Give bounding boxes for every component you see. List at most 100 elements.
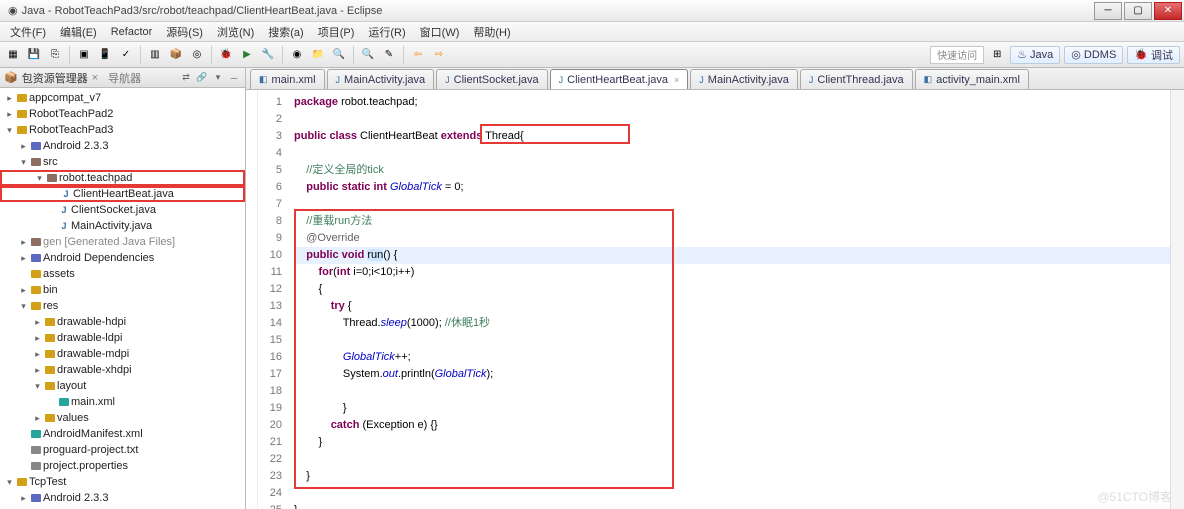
code-line[interactable]: public void run() {	[294, 247, 1170, 264]
tree-node[interactable]: ▸gen [Generated Java Files]	[0, 234, 245, 250]
tree-node[interactable]: ▸Android 2.3.3	[0, 490, 245, 506]
perspective-debug[interactable]: 🐞调试	[1127, 46, 1180, 64]
editor-tab[interactable]: JMainActivity.java	[327, 69, 435, 89]
tree-node[interactable]: ▾res	[0, 298, 245, 314]
maximize-button[interactable]: ▢	[1124, 2, 1152, 20]
tree[interactable]: ▸appcompat_v7▸RobotTeachPad2▾RobotTeachP…	[0, 88, 245, 509]
overview-ruler[interactable]	[1170, 90, 1184, 509]
menu-item[interactable]: 源码(S)	[160, 22, 209, 42]
code-line[interactable]	[294, 451, 1170, 468]
code-line[interactable]: catch (Exception e) {}	[294, 417, 1170, 434]
save-icon[interactable]: 💾	[25, 46, 43, 64]
twisty-icon[interactable]: ▾	[4, 477, 15, 488]
avd-icon[interactable]: 📱	[96, 46, 114, 64]
fold-column[interactable]	[246, 90, 258, 509]
tree-node[interactable]: JMainActivity.java	[0, 218, 245, 234]
menu-item[interactable]: 帮助(H)	[467, 22, 516, 42]
tree-node[interactable]: JClientSocket.java	[0, 202, 245, 218]
tree-node[interactable]: ▾RobotTeachPad3	[0, 122, 245, 138]
code-line[interactable]: for(int i=0;i<10;i++)	[294, 264, 1170, 281]
twisty-icon[interactable]: ▾	[32, 381, 43, 392]
menu-item[interactable]: 项目(P)	[312, 22, 361, 42]
twisty-icon[interactable]: ▸	[32, 333, 43, 344]
menu-item[interactable]: Refactor	[105, 24, 159, 40]
tree-node[interactable]: ▾layout	[0, 378, 245, 394]
twisty-icon[interactable]: ▸	[4, 109, 15, 120]
menu-item[interactable]: 文件(F)	[4, 22, 52, 42]
new-project-icon[interactable]: ▥	[146, 46, 164, 64]
tree-node[interactable]: JClientHeartBeat.java	[0, 186, 245, 202]
back-icon[interactable]: ⇦	[409, 46, 427, 64]
code-line[interactable]: }	[294, 400, 1170, 417]
quick-access-input[interactable]: 快速访问	[930, 46, 984, 64]
twisty-icon[interactable]: ▸	[18, 141, 29, 152]
editor-tab[interactable]: JClientThread.java	[800, 69, 913, 89]
annotate-icon[interactable]: ✎	[380, 46, 398, 64]
twisty-icon[interactable]: ▸	[32, 413, 43, 424]
twisty-icon[interactable]: ▸	[18, 285, 29, 296]
tree-node[interactable]: ▸drawable-xhdpi	[0, 362, 245, 378]
tree-node[interactable]: assets	[0, 266, 245, 282]
run-icon[interactable]: ▶	[238, 46, 256, 64]
twisty-icon[interactable]: ▸	[4, 93, 15, 104]
search-icon[interactable]: 🔍	[359, 46, 377, 64]
twisty-icon[interactable]: ▾	[18, 301, 29, 312]
tree-node[interactable]: proguard-project.txt	[0, 442, 245, 458]
editor-tab[interactable]: JClientSocket.java	[436, 69, 548, 89]
sdk-icon[interactable]: ▣	[75, 46, 93, 64]
link-icon[interactable]: 🔗	[195, 71, 209, 85]
twisty-icon[interactable]: ▸	[32, 365, 43, 376]
code-line[interactable]	[294, 196, 1170, 213]
code-line[interactable]: public class ClientHeartBeat extends Thr…	[294, 128, 1170, 145]
code-line[interactable]: package robot.teachpad;	[294, 94, 1170, 111]
perspective-java[interactable]: ♨Java	[1010, 46, 1060, 64]
debug-icon[interactable]: 🐞	[217, 46, 235, 64]
twisty-icon[interactable]: ▸	[32, 317, 43, 328]
close-button[interactable]: ✕	[1154, 2, 1182, 20]
tree-node[interactable]: ▸RobotTeachPad2	[0, 106, 245, 122]
menu-item[interactable]: 窗口(W)	[414, 22, 466, 42]
code-line[interactable]: }	[294, 502, 1170, 509]
ext-tools-icon[interactable]: 🔧	[259, 46, 277, 64]
minimize-button[interactable]: ─	[1094, 2, 1122, 20]
saveall-icon[interactable]: ⎘	[46, 46, 64, 64]
tree-node[interactable]: ▾robot.teachpad	[0, 170, 245, 186]
tree-node[interactable]: ▾TcpTest	[0, 474, 245, 490]
tree-node[interactable]: ▸drawable-mdpi	[0, 346, 245, 362]
tab-close-icon[interactable]: ×	[674, 75, 679, 85]
menu-item[interactable]: 编辑(E)	[54, 22, 103, 42]
code-line[interactable]: public static int GlobalTick = 0;	[294, 179, 1170, 196]
lint-icon[interactable]: ✓	[117, 46, 135, 64]
new-folder-icon[interactable]: 📁	[309, 46, 327, 64]
twisty-icon[interactable]: ▾	[34, 173, 45, 184]
tree-node[interactable]: AndroidManifest.xml	[0, 426, 245, 442]
tree-node[interactable]: ▸bin	[0, 282, 245, 298]
forward-icon[interactable]: ⇨	[430, 46, 448, 64]
code-line[interactable]: }	[294, 434, 1170, 451]
tree-node[interactable]: project.properties	[0, 458, 245, 474]
menu-item[interactable]: 运行(R)	[362, 22, 411, 42]
open-type-icon[interactable]: 🔍	[330, 46, 348, 64]
twisty-icon[interactable]: ▾	[18, 157, 29, 168]
code-line[interactable]	[294, 485, 1170, 502]
code-line[interactable]: {	[294, 281, 1170, 298]
code-line[interactable]: @Override	[294, 230, 1170, 247]
navigator-tab[interactable]: 导航器	[108, 70, 141, 86]
code-line[interactable]: //重载run方法	[294, 213, 1170, 230]
new-class-icon[interactable]: ◎	[188, 46, 206, 64]
code-line[interactable]: System.out.println(GlobalTick);	[294, 366, 1170, 383]
code-line[interactable]	[294, 145, 1170, 162]
editor-tab[interactable]: ◧activity_main.xml	[915, 69, 1029, 89]
editor-tab[interactable]: JMainActivity.java	[690, 69, 798, 89]
tree-node[interactable]: ▸appcompat_v7	[0, 90, 245, 106]
view-menu-icon[interactable]: ▾	[211, 71, 225, 85]
code-line[interactable]: Thread.sleep(1000); //休眠1秒	[294, 315, 1170, 332]
code-line[interactable]	[294, 332, 1170, 349]
code-content[interactable]: package robot.teachpad; public class Clie…	[288, 90, 1170, 509]
menu-item[interactable]: 浏览(N)	[211, 22, 260, 42]
perspective-ddms[interactable]: ◎DDMS	[1064, 46, 1123, 64]
twisty-icon[interactable]: ▸	[18, 237, 29, 248]
collapse-icon[interactable]: ⇄	[179, 71, 193, 85]
menu-item[interactable]: 搜索(a)	[262, 22, 309, 42]
new-icon[interactable]: ▦	[4, 46, 22, 64]
